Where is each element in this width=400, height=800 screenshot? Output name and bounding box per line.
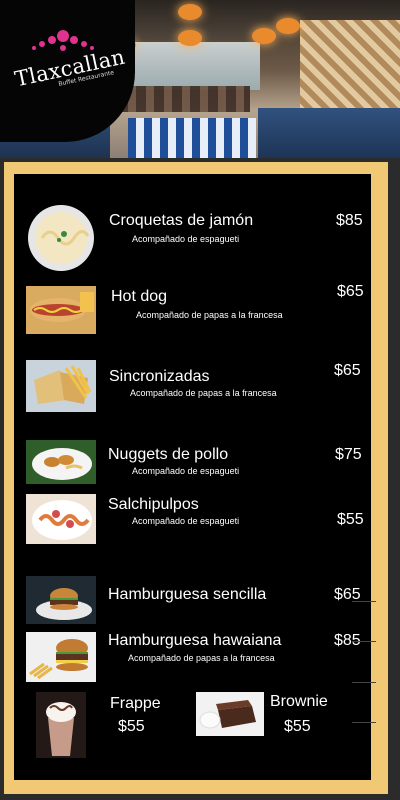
sincronizadas-photo (26, 360, 96, 412)
salchipulpos-photo (26, 494, 96, 544)
drink-price: $55 (118, 718, 145, 735)
drink-name: Frappe (110, 695, 161, 712)
menu-item-description: Acompañado de espagueti (132, 234, 240, 244)
menu-item-price: $55 (337, 511, 364, 528)
window (120, 42, 260, 90)
menu-item-name: Sincronizadas (109, 368, 210, 385)
frappe-photo (36, 692, 86, 758)
menu-item-price: $85 (336, 212, 363, 229)
menu-item-name: Salchipulpos (108, 496, 199, 513)
lamp-icon (178, 4, 202, 20)
menu-item-description: Acompañado de papas a la francesa (128, 653, 275, 663)
divider (352, 601, 376, 602)
buffet-counter-middle (128, 118, 256, 158)
hot-dog-photo (26, 286, 96, 334)
brand-logo: Tlaxcallan Buffet Restaurante (0, 0, 135, 142)
divider (352, 641, 376, 642)
menu-item-description: Acompañado de papas a la francesa (136, 310, 283, 320)
hawaiian-burger-photo (26, 632, 96, 682)
menu-item-description: Acompañado de espagueti (132, 516, 240, 526)
divider (352, 722, 376, 723)
menu-item-description: Acompañado de espagueti (132, 466, 240, 476)
menu-item-name: Hamburguesa hawaiana (108, 632, 282, 649)
menu-item-name: Hot dog (111, 288, 168, 305)
drink-price: $55 (284, 718, 311, 735)
nuggets-photo (26, 440, 96, 484)
divider (352, 682, 376, 683)
menu-item-name: Croquetas de jamón (109, 212, 254, 229)
brownie-photo (196, 692, 264, 736)
menu-item-price: $65 (337, 283, 364, 300)
lamp-icon (276, 18, 300, 34)
drink-name: Brownie (270, 693, 328, 710)
lattice-wall (300, 20, 400, 120)
menu-item-name: Nuggets de pollo (108, 446, 229, 463)
burger-photo (26, 576, 96, 624)
menu-item-price: $75 (335, 446, 362, 463)
lamp-icon (252, 28, 276, 44)
menu-item-description: Acompañado de papas a la francesa (130, 388, 277, 398)
lamp-icon (178, 30, 202, 46)
menu-item-name: Hamburguesa sencilla (108, 586, 267, 603)
buffet-counter-right (258, 108, 400, 158)
pasta-plate-photo (26, 204, 96, 272)
menu-item-price: $65 (334, 362, 361, 379)
